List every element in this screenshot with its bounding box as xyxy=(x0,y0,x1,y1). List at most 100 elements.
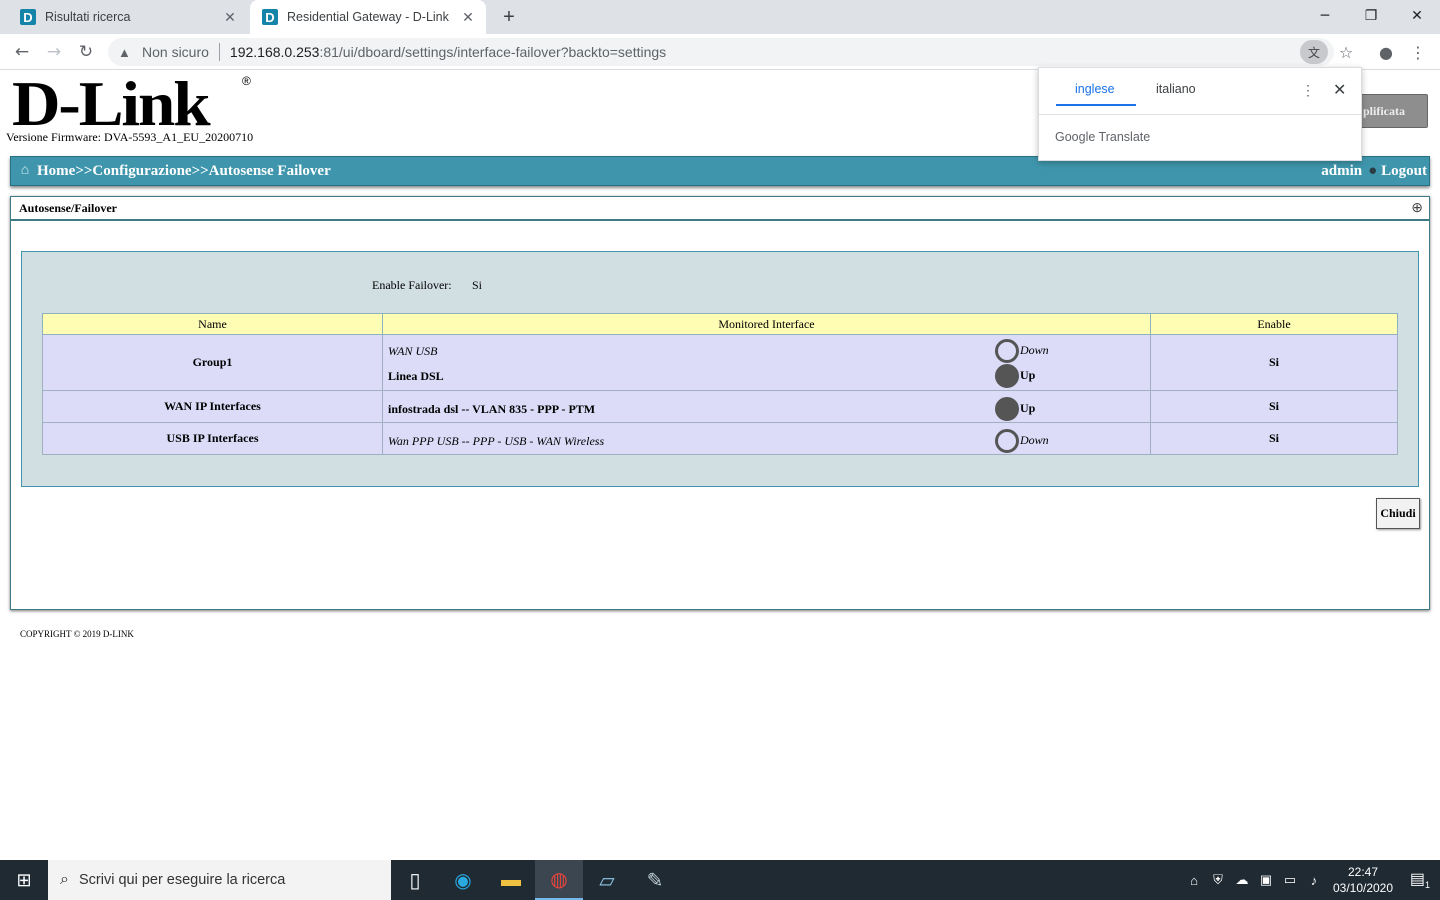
dlink-logo: D-Link xyxy=(12,68,211,139)
close-window-icon[interactable]: ✕ xyxy=(1394,0,1440,32)
registered-mark: ® xyxy=(242,74,251,88)
browser-tab-strip: D Risultati ricerca ✕ D Residential Gate… xyxy=(0,0,1440,34)
not-secure-label[interactable]: Non sicuro xyxy=(142,44,209,60)
minimize-icon[interactable]: ─ xyxy=(1302,0,1348,32)
interface-label: Linea DSL xyxy=(388,368,444,383)
reload-icon[interactable]: ↻ xyxy=(74,40,98,64)
home-icon[interactable]: ⌂ xyxy=(17,163,33,178)
dlink-favicon-icon: D xyxy=(262,9,278,25)
url-path[interactable]: :81/ui/dboard/settings/interface-failove… xyxy=(319,44,666,60)
enable-value: Si xyxy=(1150,334,1398,391)
monitored-interfaces-cell: WAN USB Down Linea DSL Up xyxy=(382,334,1151,391)
restore-icon[interactable]: ❐ xyxy=(1348,0,1394,32)
taskbar-search-box[interactable]: ⌕ Scrivi qui per eseguire la ricerca xyxy=(48,860,391,900)
task-view-icon[interactable]: ▯ xyxy=(391,860,439,900)
status-text: Up xyxy=(1020,368,1036,382)
table-row[interactable]: USB IP Interfaces Wan PPP USB -- PPP - U… xyxy=(42,422,1398,455)
close-tab-icon[interactable]: ✕ xyxy=(222,9,238,25)
file-explorer-icon[interactable]: ▬ xyxy=(487,860,535,900)
google-translate-brand: Google Translate xyxy=(1055,130,1151,144)
group-name: Group1 xyxy=(42,334,383,391)
status-text: Up xyxy=(1020,401,1036,415)
user-icon: ● xyxy=(1368,162,1378,179)
group-name: USB IP Interfaces xyxy=(42,422,383,455)
divider xyxy=(1039,114,1361,115)
tab-title: Risultati ricerca xyxy=(45,10,131,24)
paint-icon[interactable]: ✎ xyxy=(631,860,679,900)
monitored-interfaces-cell: infostrada dsl -- VLAN 835 - PPP - PTM U… xyxy=(382,390,1151,423)
time: 22:47 xyxy=(1347,865,1379,879)
status-up-icon xyxy=(995,363,1019,388)
lang-tab-english[interactable]: inglese xyxy=(1056,82,1136,106)
panel-header: Autosense/Failover ⊕ xyxy=(11,197,1429,221)
browser-toolbar: ← → ↻ ▲ Non sicuro 192.168.0.253:81/ui/d… xyxy=(0,34,1440,70)
clock[interactable]: 22:47 03/10/2020 xyxy=(1332,864,1394,896)
failover-settings-box: Enable Failover: Si Name Monitored Inter… xyxy=(21,251,1419,487)
bookmark-star-icon[interactable]: ☆ xyxy=(1336,42,1356,62)
logout-link[interactable]: Logout xyxy=(1381,163,1427,180)
notification-count: 1 xyxy=(1425,880,1431,891)
interface-item: infostrada dsl -- VLAN 835 - PPP - PTM U… xyxy=(383,396,1150,421)
profile-icon[interactable]: ● xyxy=(1376,42,1396,62)
tab-title: Residential Gateway - D-Link xyxy=(287,10,449,24)
volume-icon[interactable]: ♪ xyxy=(1302,873,1326,888)
copyright: COPYRIGHT © 2019 D-LINK xyxy=(20,629,134,639)
security-icon[interactable]: ⛨ xyxy=(1206,872,1230,888)
column-header-name: Name xyxy=(42,313,383,335)
back-icon[interactable]: ← xyxy=(10,40,34,64)
forward-icon[interactable]: → xyxy=(42,40,66,64)
warning-icon[interactable]: ▲ xyxy=(118,45,136,60)
interface-item: Linea DSL Up xyxy=(383,363,1150,388)
chrome-icon[interactable]: ◍ xyxy=(535,860,583,900)
new-tab-button[interactable]: + xyxy=(498,6,520,28)
search-icon: ⌕ xyxy=(60,871,69,888)
breadcrumb[interactable]: Home>>Configurazione>>Autosense Failover xyxy=(37,163,1321,180)
group-name: WAN IP Interfaces xyxy=(42,390,383,423)
lang-tab-italian[interactable]: italiano xyxy=(1156,82,1196,106)
search-placeholder: Scrivi qui per eseguire la ricerca xyxy=(78,872,286,888)
tab-residential-gateway[interactable]: D Residential Gateway - D-Link ✕ xyxy=(250,0,486,34)
interface-status: Down xyxy=(995,428,1049,453)
system-tray: ⌂ ⛨ ☁ ▣ ▭ ♪ 22:47 03/10/2020 ▤1 xyxy=(1182,860,1440,900)
url-host[interactable]: 192.168.0.253 xyxy=(230,44,320,60)
network-icon[interactable]: ▭ xyxy=(1278,872,1302,888)
dlink-favicon-icon: D xyxy=(20,9,36,25)
table-header-row: Name Monitored Interface Enable xyxy=(42,313,1398,335)
windows-start-icon[interactable]: ⊞ xyxy=(0,860,48,900)
translate-close-icon[interactable]: ✕ xyxy=(1333,80,1346,100)
interface-status: Up xyxy=(995,396,1036,421)
failover-groups-table: Name Monitored Interface Enable Group1 W… xyxy=(42,313,1398,455)
translate-icon[interactable]: 文 xyxy=(1300,40,1328,64)
app-tray-icon[interactable]: ▣ xyxy=(1254,872,1278,888)
status-up-icon xyxy=(995,396,1019,421)
translate-options-icon[interactable]: ⋮ xyxy=(1301,82,1315,99)
enable-value: Si xyxy=(1150,422,1398,455)
close-button[interactable]: Chiudi xyxy=(1376,498,1420,529)
username: admin xyxy=(1321,162,1363,179)
status-down-icon xyxy=(995,428,1019,453)
address-bar[interactable]: ▲ Non sicuro 192.168.0.253:81/ui/dboard/… xyxy=(108,38,1334,66)
panel-title: Autosense/Failover xyxy=(19,201,117,215)
tab-search-results[interactable]: D Risultati ricerca ✕ xyxy=(8,0,248,34)
table-row[interactable]: Group1 WAN USB Down Linea DSL Up Si xyxy=(42,334,1398,391)
notifications-icon[interactable]: ▤1 xyxy=(1400,869,1440,890)
app-icon[interactable]: ▱ xyxy=(583,860,631,900)
date: 03/10/2020 xyxy=(1332,881,1394,895)
globe-settings-icon[interactable]: ⊕ xyxy=(1411,200,1423,217)
menu-kebab-icon[interactable]: ⋮ xyxy=(1408,42,1428,62)
interface-status: Down xyxy=(995,338,1049,363)
interface-status: Up xyxy=(995,363,1036,388)
interface-label: infostrada dsl -- VLAN 835 - PPP - PTM xyxy=(388,401,596,416)
column-header-enable: Enable xyxy=(1150,313,1398,335)
cloud-icon[interactable]: ☁ xyxy=(1230,872,1254,888)
enable-failover-label: Enable Failover: xyxy=(372,278,452,292)
interface-item: WAN USB Down xyxy=(383,338,1150,363)
close-tab-icon[interactable]: ✕ xyxy=(460,9,476,25)
usb-icon[interactable]: ⌂ xyxy=(1182,873,1206,888)
interface-item: Wan PPP USB -- PPP - USB - WAN Wireless … xyxy=(383,428,1150,453)
failover-panel: Autosense/Failover ⊕ Enable Failover: Si… xyxy=(10,196,1430,610)
interface-label: WAN USB xyxy=(388,343,438,358)
enable-value: Si xyxy=(1150,390,1398,423)
table-row[interactable]: WAN IP Interfaces infostrada dsl -- VLAN… xyxy=(42,390,1398,423)
edge-icon[interactable]: ◉ xyxy=(439,860,487,900)
